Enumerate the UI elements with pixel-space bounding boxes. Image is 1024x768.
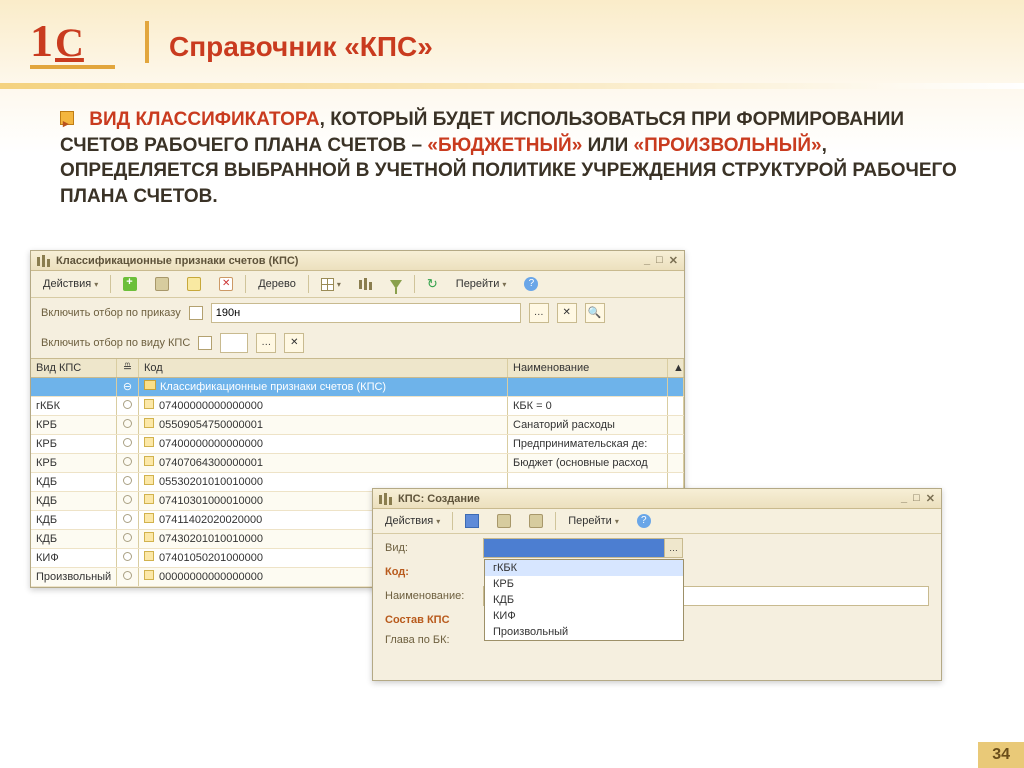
window1-title: Классификационные признаки счетов (КПС): [56, 255, 298, 267]
window-icon: [379, 493, 392, 505]
pencil-icon: [187, 277, 201, 291]
window-icon: [37, 255, 50, 267]
vid-option[interactable]: КРБ: [485, 576, 683, 592]
delete-button[interactable]: ✕: [213, 275, 239, 293]
x-icon: ✕: [219, 277, 233, 291]
vid-option[interactable]: КИФ: [485, 608, 683, 624]
filter-kind-input[interactable]: [220, 333, 248, 353]
col-header-scroll: ▲: [668, 359, 684, 377]
bars-icon: [359, 278, 372, 290]
page-title: Справочник «КПС»: [169, 31, 433, 63]
diskette-icon: [465, 514, 479, 528]
copy-icon: [497, 514, 511, 528]
actions-menu[interactable]: Действия▾: [37, 276, 104, 292]
filter-order-pick[interactable]: …: [529, 303, 549, 323]
close-button[interactable]: ✕: [669, 254, 678, 267]
maximize-button[interactable]: □: [656, 254, 663, 267]
vid-dropdown[interactable]: … гКБК КРБ КДБ КИФ Произвольный: [483, 538, 683, 558]
col-header-nm[interactable]: Наименование: [508, 359, 668, 377]
maximize-button[interactable]: □: [913, 492, 920, 505]
grid-button[interactable]: ▾: [315, 276, 347, 293]
vid-dropdown-list[interactable]: гКБК КРБ КДБ КИФ Произвольный: [484, 559, 684, 641]
copy-button[interactable]: [491, 512, 517, 530]
form-icon: [529, 514, 543, 528]
plus-icon: [123, 277, 137, 291]
table-row[interactable]: гКБК07400000000000000КБК = 0: [31, 397, 684, 416]
ok-button[interactable]: [523, 512, 549, 530]
filter-order-input[interactable]: [211, 303, 521, 323]
edit-button[interactable]: [181, 275, 207, 293]
filter-kind-clear[interactable]: ✕: [284, 333, 304, 353]
refresh-icon: ↻: [427, 276, 438, 292]
goto-menu[interactable]: Перейти▾: [562, 513, 625, 529]
logo-1c: 1C: [30, 14, 115, 69]
vid-option[interactable]: КДБ: [485, 592, 683, 608]
help-icon: ?: [524, 277, 538, 291]
help-button[interactable]: ?: [518, 275, 544, 293]
table-folder-row[interactable]: ⊖ Классификационные признаки счетов (КПС…: [31, 378, 684, 397]
page-number: 34: [978, 742, 1024, 768]
label-sostav: Состав КПС: [385, 614, 450, 626]
table-row[interactable]: КРБ07400000000000000Предпринимательская …: [31, 435, 684, 454]
col-header-status[interactable]: ≞: [117, 359, 139, 377]
minimize-button[interactable]: _: [644, 254, 650, 267]
close-button[interactable]: ✕: [926, 492, 935, 505]
actions-menu[interactable]: Действия▾: [379, 513, 446, 529]
filter-button[interactable]: [384, 278, 408, 291]
filter-order-label: Включить отбор по приказу: [41, 307, 181, 319]
filter-order-checkbox[interactable]: [189, 306, 203, 320]
label-kod: Код:: [385, 566, 475, 578]
filter-kind-checkbox[interactable]: [198, 336, 212, 350]
table-row[interactable]: КРБ07407064300000001Бюджет (основные рас…: [31, 454, 684, 473]
filter-order-search[interactable]: 🔍: [585, 303, 605, 323]
save-button[interactable]: [459, 512, 485, 530]
funnel-icon: [390, 280, 402, 289]
filter-kind-label: Включить отбор по виду КПС: [41, 337, 190, 349]
add-button[interactable]: [117, 275, 143, 293]
goto-menu[interactable]: Перейти▾: [450, 276, 513, 292]
copy-button[interactable]: [149, 275, 175, 293]
grid-icon: [321, 278, 334, 291]
vid-option[interactable]: Произвольный: [485, 624, 683, 640]
col-header-vid[interactable]: Вид КПС: [31, 359, 117, 377]
help-icon: ?: [637, 514, 651, 528]
table-row[interactable]: КРБ05509054750000001Санаторий расходы: [31, 416, 684, 435]
label-vid: Вид:: [385, 542, 475, 554]
description-text: Вид классификатора, который будет исполь…: [0, 89, 1024, 220]
help-button[interactable]: ?: [631, 512, 657, 530]
minimize-button[interactable]: _: [901, 492, 907, 505]
bullet-icon: [60, 111, 74, 125]
chart-button[interactable]: [353, 276, 378, 292]
filter-kind-pick[interactable]: …: [256, 333, 276, 353]
dropdown-toggle[interactable]: …: [664, 539, 682, 557]
vid-option[interactable]: гКБК: [485, 560, 683, 576]
tree-toggle[interactable]: Дерево: [252, 276, 302, 292]
refresh-button[interactable]: ↻: [421, 274, 444, 294]
col-header-kod[interactable]: Код: [139, 359, 508, 377]
label-glava: Глава по БК:: [385, 634, 475, 646]
filter-order-clear[interactable]: ✕: [557, 303, 577, 323]
window2-title: КПС: Создание: [398, 493, 480, 505]
label-nm: Наименование:: [385, 590, 475, 602]
copy-icon: [155, 277, 169, 291]
